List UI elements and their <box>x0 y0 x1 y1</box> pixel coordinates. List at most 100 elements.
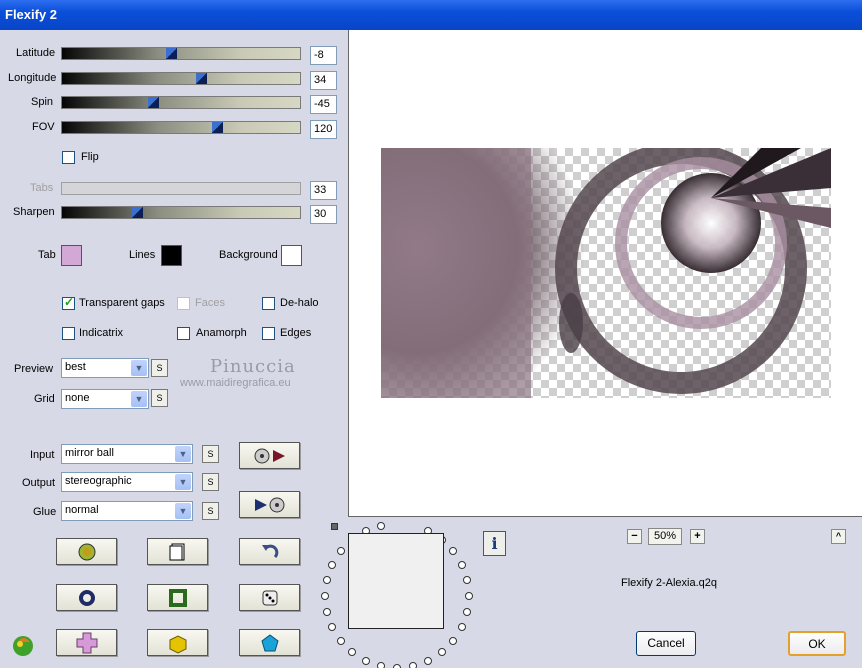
tool-button-2[interactable] <box>147 538 208 565</box>
tool-button-5[interactable] <box>147 584 208 611</box>
navigator-dot <box>323 576 331 584</box>
chevron-down-icon[interactable]: ▼ <box>175 446 191 462</box>
navigator-dot <box>321 592 329 600</box>
fov-input[interactable]: 120 <box>310 120 337 139</box>
output-select[interactable]: stereographic ▼ <box>61 472 193 492</box>
output-s-button[interactable]: S <box>202 473 219 491</box>
navigator-dot <box>328 561 336 569</box>
sharpen-slider[interactable] <box>61 206 301 219</box>
anamorph-label: Anamorph <box>196 327 247 339</box>
navigator-dot <box>377 662 385 668</box>
ok-button[interactable]: OK <box>788 631 846 656</box>
tool-button-9[interactable] <box>239 629 300 656</box>
cube-icon <box>169 634 186 654</box>
tool-button-8[interactable] <box>147 629 208 656</box>
tool-button-3[interactable] <box>239 538 300 565</box>
transparent-gaps-label: Transparent gaps <box>79 297 165 309</box>
background-color-swatch[interactable] <box>281 245 302 266</box>
disc-play-icon <box>254 448 285 463</box>
tool-button-6[interactable] <box>239 584 300 611</box>
navigator-dot <box>449 547 457 555</box>
navigator-handle[interactable] <box>331 523 338 530</box>
navigator-dot <box>458 623 466 631</box>
app-logo-icon <box>13 636 33 656</box>
flip-checkbox[interactable] <box>62 151 75 164</box>
latitude-input[interactable]: -8 <box>310 46 337 65</box>
longitude-thumb[interactable] <box>196 73 207 84</box>
cross-net-icon <box>76 632 97 653</box>
undo-icon <box>261 544 278 558</box>
navigator-dot <box>328 623 336 631</box>
play-disc-icon <box>254 497 284 512</box>
fov-slider[interactable] <box>61 121 301 134</box>
navigator-dot <box>438 648 446 656</box>
watermark-site: www.maidiregrafica.eu <box>180 377 291 389</box>
preview-s-button[interactable]: S <box>151 359 168 377</box>
de-halo-checkbox[interactable] <box>262 297 275 310</box>
tool-button-7[interactable] <box>56 629 117 656</box>
navigator-dot <box>377 522 385 530</box>
navigator-dot <box>337 547 345 555</box>
zoom-in-button[interactable]: + <box>690 529 705 544</box>
indicatrix-checkbox[interactable] <box>62 327 75 340</box>
grid-s-button[interactable]: S <box>151 389 168 407</box>
glue-label: Glue <box>33 506 57 518</box>
cancel-button[interactable]: Cancel <box>636 631 696 656</box>
transparent-gaps-checkbox[interactable]: ✓ <box>62 295 75 310</box>
latitude-thumb[interactable] <box>166 48 177 59</box>
collapse-button[interactable]: ^ <box>831 529 846 544</box>
navigator-thumbnail[interactable] <box>348 533 444 629</box>
preview-image <box>381 148 831 398</box>
glue-s-button[interactable]: S <box>202 502 219 520</box>
navigator-dot <box>323 608 331 616</box>
grid-select[interactable]: none ▼ <box>61 389 149 409</box>
navigator-dot <box>449 637 457 645</box>
tabs-input[interactable]: 33 <box>310 181 337 200</box>
input-label: Input <box>30 449 55 461</box>
fov-thumb[interactable] <box>212 122 223 133</box>
edges-checkbox[interactable] <box>262 327 275 340</box>
zoom-level: 50% <box>648 528 682 545</box>
ring-icon <box>78 589 95 606</box>
latitude-slider[interactable] <box>61 47 301 60</box>
longitude-slider[interactable] <box>61 72 301 85</box>
longitude-input[interactable]: 34 <box>310 71 337 90</box>
faces-checkbox <box>177 297 190 310</box>
preset-name: Flexify 2-Alexia.q2q <box>621 577 717 589</box>
input-select[interactable]: mirror ball ▼ <box>61 444 193 464</box>
faces-label: Faces <box>195 297 225 309</box>
watermark-name: Pinuccia <box>210 356 296 377</box>
tool-button-1[interactable] <box>56 538 117 565</box>
chevron-down-icon[interactable]: ▼ <box>131 360 147 376</box>
zoom-out-button[interactable]: − <box>627 529 642 544</box>
chevron-down-icon[interactable]: ▼ <box>131 391 147 407</box>
spin-thumb[interactable] <box>148 97 159 108</box>
edges-label: Edges <box>280 327 312 339</box>
glue-select[interactable]: normal ▼ <box>61 501 193 521</box>
sharpen-thumb[interactable] <box>132 207 143 218</box>
checkmark-icon: ✓ <box>64 295 75 309</box>
info-button[interactable]: i <box>483 531 506 556</box>
preview-select[interactable]: best ▼ <box>61 358 149 378</box>
chevron-down-icon[interactable]: ▼ <box>175 474 191 490</box>
anamorph-checkbox[interactable] <box>177 327 190 340</box>
lines-color-swatch[interactable] <box>161 245 182 266</box>
apply-output-button[interactable] <box>239 491 300 518</box>
spin-label: Spin <box>31 96 54 108</box>
apply-input-button[interactable] <box>239 442 300 469</box>
spin-slider[interactable] <box>61 96 301 109</box>
distorted-image-graphic <box>381 148 831 398</box>
tab-color-swatch[interactable] <box>61 245 82 266</box>
chevron-down-icon[interactable]: ▼ <box>175 503 191 519</box>
sharpen-input[interactable]: 30 <box>310 205 337 224</box>
de-halo-label: De-halo <box>280 297 319 309</box>
tool-button-4[interactable] <box>56 584 117 611</box>
input-s-button[interactable]: S <box>202 445 219 463</box>
spin-input[interactable]: -45 <box>310 95 337 114</box>
navigator-dot <box>393 664 401 668</box>
grid-value: none <box>65 392 90 404</box>
preview-label: Preview <box>14 363 54 375</box>
latitude-label: Latitude <box>16 47 56 59</box>
navigator-dot <box>337 637 345 645</box>
flip-label: Flip <box>81 151 99 163</box>
